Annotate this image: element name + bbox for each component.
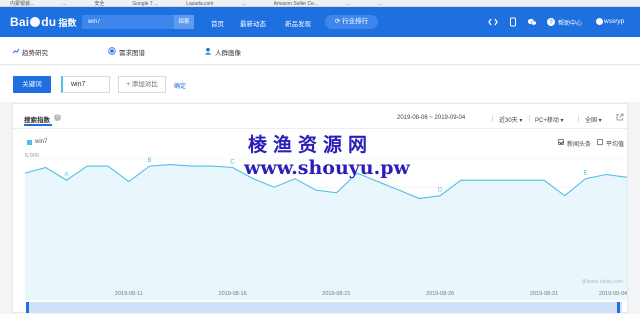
annotation-marker[interactable]: D <box>438 188 443 194</box>
mobile-icon[interactable] <box>508 17 518 27</box>
x-tick-label: 2019-08-16 <box>219 291 247 297</box>
tab-trend-research[interactable]: 趋势研究 <box>22 47 48 57</box>
nav-home[interactable]: 首页 <box>211 18 224 28</box>
tab-demand-graph[interactable]: 需求图谱 <box>119 47 145 57</box>
annotation-marker[interactable]: C <box>230 159 235 165</box>
x-tick-label: 2019-08-11 <box>115 291 143 297</box>
paw-icon <box>30 17 41 27</box>
search-input[interactable] <box>82 15 174 29</box>
help-center-link[interactable]: 帮助中心 <box>558 18 582 27</box>
watermark-url: www.shouyu.pw <box>244 157 410 179</box>
keyword-input[interactable]: win7 <box>61 76 110 93</box>
swap-icon[interactable] <box>488 17 498 27</box>
confirm-link[interactable]: 确定 <box>174 81 186 90</box>
logo-text: Bai <box>10 15 30 29</box>
wechat-icon[interactable] <box>527 17 537 27</box>
user-icon <box>204 47 212 55</box>
x-tick-label: 2019-08-26 <box>426 291 454 297</box>
x-tick-label: 2019-08-31 <box>530 291 558 297</box>
baidu-index-logo[interactable]: Bai du 指数 <box>10 15 77 29</box>
watermark-chinese: 棱渔资源网 <box>248 134 374 156</box>
logo-subtitle: 指数 <box>58 18 77 28</box>
bookmarks-bar: 内蒙银装...... 安全 Google 7 ... Lazada.com... Ama… <box>0 0 640 7</box>
timeline-scrollbar[interactable] <box>26 302 622 313</box>
x-tick-label: 2019-09-04 <box>599 291 627 297</box>
nav-new-products[interactable]: 新品发现 <box>285 18 311 28</box>
search-box: 探索 <box>82 15 194 29</box>
logo-text-tail: du <box>41 15 57 29</box>
tab-audience-profile[interactable]: 人群画像 <box>215 47 241 57</box>
username[interactable]: wssryp <box>604 18 624 25</box>
trend-icon <box>12 48 20 54</box>
add-compare-button[interactable]: + 添加对比 <box>118 76 166 93</box>
avatar[interactable] <box>596 18 603 25</box>
search-button[interactable]: 探索 <box>174 15 194 29</box>
chart-watermark: @index.baidu.com <box>582 279 624 285</box>
keyword-controls: 关键词 win7 + 添加对比 确定 <box>0 66 640 102</box>
top-navigation-bar: Baidu指数 探索 首页 最新动态 新品发现 ⟳ 行业排行 ? 帮助中心 ws… <box>0 7 640 37</box>
sub-navigation: 趋势研究 需求图谱 人群画像 <box>0 37 640 65</box>
scrollbar-handle-right[interactable] <box>617 302 620 313</box>
scrollbar-handle-left[interactable] <box>26 302 29 313</box>
radio-selected-icon <box>108 47 116 55</box>
keyword-button[interactable]: 关键词 <box>13 76 51 93</box>
annotation-marker[interactable]: B <box>148 158 152 164</box>
help-center-icon[interactable]: ? <box>546 17 556 27</box>
series-area <box>25 164 627 300</box>
annotation-marker[interactable]: E <box>583 171 587 177</box>
y-tick-label: 5,000 <box>25 153 39 159</box>
nav-latest-news[interactable]: 最新动态 <box>240 18 266 28</box>
x-tick-label: 2019-08-21 <box>322 291 350 297</box>
industry-rank-button[interactable]: ⟳ 行业排行 <box>325 15 378 29</box>
annotation-marker[interactable]: A <box>65 172 69 178</box>
